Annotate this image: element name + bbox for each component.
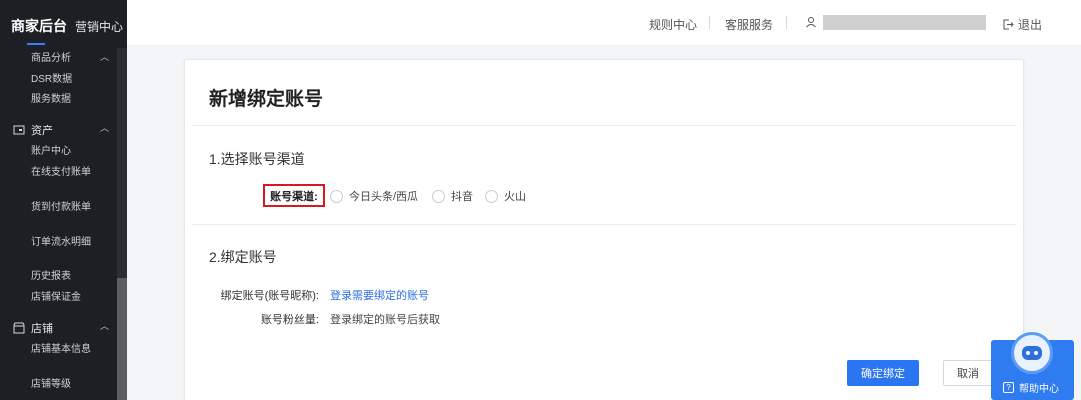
brand-title[interactable]: 商家后台 [11, 16, 67, 36]
sidebar-item-dsr-data[interactable]: DSR数据 [31, 73, 101, 86]
question-icon: ? [1003, 382, 1014, 393]
user-icon [806, 17, 816, 28]
radio-label: 今日头条/西瓜 [349, 191, 419, 203]
marketing-center-link[interactable]: 营销中心 [75, 18, 123, 35]
bind-account-card: 新增绑定账号 1.选择账号渠道 账号渠道: 今日头条/西瓜 抖音 火山 2.绑定… [184, 59, 1024, 400]
chevron-up-icon[interactable]: ︿ [100, 50, 109, 63]
fans-count-value: 登录绑定的账号后获取 [330, 314, 440, 326]
sidebar-item-product-analysis[interactable]: 商品分析 [31, 52, 101, 65]
radio-circle[interactable] [330, 189, 343, 203]
top-header: 规则中心 客服服务 退出 [127, 0, 1081, 46]
radio-label: 火山 [504, 191, 526, 203]
brand: 商家后台 营销中心 [11, 16, 123, 36]
sidebar-item-account-center[interactable]: 账户中心 [31, 145, 101, 158]
sidebar-item-online-payment-bill[interactable]: 在线支付账单 [31, 166, 101, 179]
radio-huoshan[interactable]: 火山 [485, 188, 526, 204]
logout-button[interactable]: 退出 [1003, 16, 1042, 33]
sidebar-item-cod-bill[interactable]: 货到付款账单 [31, 201, 101, 214]
active-indicator [27, 43, 45, 45]
radio-toutiao-xigua[interactable]: 今日头条/西瓜 [330, 188, 418, 204]
confirm-bind-button[interactable]: 确定绑定 [847, 360, 919, 386]
sidebar-scrollbar-thumb[interactable] [117, 278, 127, 400]
page-title: 新增绑定账号 [209, 89, 324, 110]
cancel-button[interactable]: 取消 [943, 360, 993, 386]
radio-douyin[interactable]: 抖音 [432, 188, 473, 204]
sidebar-item-service-data[interactable]: 服务数据 [31, 93, 101, 106]
header-divider [709, 16, 710, 29]
help-center-label: ? 帮助中心 [1003, 380, 1059, 395]
sidebar-group-store-label: 店铺 [31, 323, 53, 335]
chevron-up-icon[interactable]: ︿ [100, 319, 109, 332]
header-divider [786, 16, 787, 29]
sidebar-group-store[interactable]: 店铺 [13, 320, 53, 336]
help-center-widget[interactable]: ? 帮助中心 [991, 332, 1074, 400]
divider [191, 125, 1017, 126]
redacted-username [823, 15, 986, 30]
sidebar-item-store-deposit[interactable]: 店铺保证金 [31, 291, 101, 304]
divider [191, 224, 1017, 225]
sidebar-item-store-info[interactable]: 店铺基本信息 [31, 343, 101, 356]
fans-count-label: 账号粉丝量: [260, 314, 319, 326]
sidebar-group-assets[interactable]: 资产 [13, 122, 53, 138]
radio-circle[interactable] [485, 189, 498, 203]
rules-center-link[interactable]: 规则中心 [649, 16, 697, 33]
logout-label: 退出 [1018, 18, 1043, 32]
channel-label-text: 账号渠道: [270, 190, 318, 203]
robot-face-icon [1022, 346, 1042, 360]
customer-service-link[interactable]: 客服服务 [725, 16, 773, 33]
channel-label: 账号渠道: [263, 184, 325, 207]
radio-circle[interactable] [432, 189, 445, 203]
chevron-up-icon[interactable]: ︿ [100, 121, 109, 134]
store-icon [13, 322, 25, 334]
help-center-text: 帮助中心 [1019, 384, 1059, 395]
robot-avatar-icon [1011, 332, 1053, 374]
section-bind-account: 2.绑定账号 [209, 249, 277, 265]
logout-icon [1003, 19, 1014, 30]
sidebar-item-order-flow[interactable]: 订单流水明细 [31, 236, 101, 249]
radio-label: 抖音 [451, 191, 473, 203]
sidebar-group-assets-label: 资产 [31, 125, 53, 137]
wallet-icon [13, 125, 25, 135]
section-select-channel: 1.选择账号渠道 [209, 151, 305, 167]
sidebar-item-history-report[interactable]: 历史报表 [31, 270, 101, 283]
sidebar-item-store-level[interactable]: 店铺等级 [31, 378, 101, 391]
sidebar: 商家后台 营销中心 ︿ 商品分析 DSR数据 服务数据 资产 ︿ 账户中心 在线… [0, 0, 127, 400]
bind-account-label: 绑定账号(账号昵称): [220, 290, 319, 302]
login-bind-account-link[interactable]: 登录需要绑定的账号 [330, 287, 429, 303]
